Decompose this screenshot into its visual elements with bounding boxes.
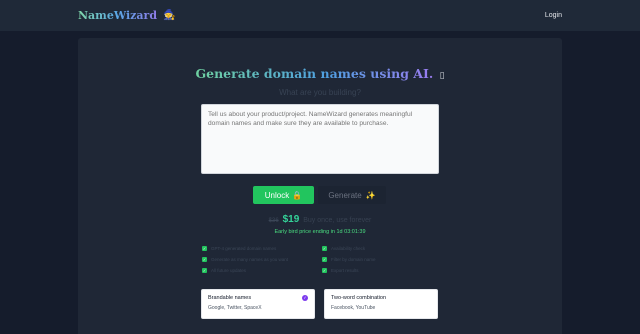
feature-item: ✓ Availability check: [322, 245, 442, 251]
option-examples: Facebook, YouTube: [331, 305, 376, 311]
headline-text: Generate domain names using AI.: [195, 66, 434, 81]
brand-logo[interactable]: NameWizard 🧙: [78, 9, 175, 22]
generate-button[interactable]: Generate ✨: [318, 186, 386, 204]
option-title: Two-word combination: [331, 295, 387, 301]
feature-item: ✓ Generate as many names as you want: [202, 256, 322, 262]
checkmark-icon: ✓: [202, 245, 207, 251]
feature-label: Availability check: [331, 245, 366, 251]
unlock-label: Unlock: [264, 190, 290, 200]
early-bird-countdown: Early bird price ending in 1d 03:01:39: [274, 229, 366, 235]
wizard-icon: 🧙: [163, 10, 176, 21]
feature-label: Generate as many names as you want: [211, 256, 289, 262]
sparkles-icon: ✨: [365, 190, 376, 200]
checkmark-icon: ✓: [322, 267, 327, 273]
feature-label: GPT-4 generated domain names: [211, 245, 277, 251]
feature-item: ✓ Export results: [322, 267, 442, 273]
pricing-line: $36 $19 Buy once, use forever: [78, 214, 562, 225]
pricing-tagline: Buy once, use forever: [303, 217, 372, 224]
feature-label: All future updates: [211, 267, 247, 273]
brand-name: NameWizard: [78, 9, 158, 22]
checkmark-icon: ✓: [202, 267, 207, 273]
option-examples: Google, Twitter, SpaceX: [208, 305, 262, 311]
subheading: What are you building?: [279, 88, 361, 97]
checkmark-icon: ✓: [202, 256, 207, 262]
option-title: Brandable names: [208, 295, 252, 301]
wand-icon: ▯: [439, 71, 445, 81]
feature-item: ✓ Filter by domain name: [322, 256, 442, 262]
feature-item: ✓ GPT-4 generated domain names: [202, 245, 322, 251]
feature-label: Filter by domain name: [331, 256, 376, 262]
checkmark-icon: ✓: [322, 245, 327, 251]
login-link[interactable]: Login: [545, 12, 562, 19]
selected-check-icon: ✓: [302, 295, 308, 301]
feature-list: ✓ GPT-4 generated domain names ✓ Availab…: [202, 245, 442, 273]
option-card-two-word[interactable]: Two-word combination Facebook, YouTube: [324, 289, 438, 319]
main-panel: Generate domain names using AI. ▯ What a…: [78, 38, 562, 334]
page-title: Generate domain names using AI. ▯: [78, 66, 562, 81]
project-description-input[interactable]: [201, 104, 439, 174]
lock-icon: 🔒: [292, 190, 303, 200]
option-card-brandable[interactable]: Brandable names Google, Twitter, SpaceX …: [201, 289, 315, 319]
checkmark-icon: ✓: [322, 256, 327, 262]
old-price: $36: [268, 218, 279, 224]
feature-item: ✓ All future updates: [202, 267, 322, 273]
current-price: $19: [282, 214, 300, 225]
top-navigation-bar: NameWizard 🧙 Login: [0, 0, 640, 31]
feature-label: Export results: [331, 267, 359, 273]
generate-label: Generate: [328, 190, 362, 200]
unlock-button[interactable]: Unlock 🔒: [253, 186, 314, 204]
